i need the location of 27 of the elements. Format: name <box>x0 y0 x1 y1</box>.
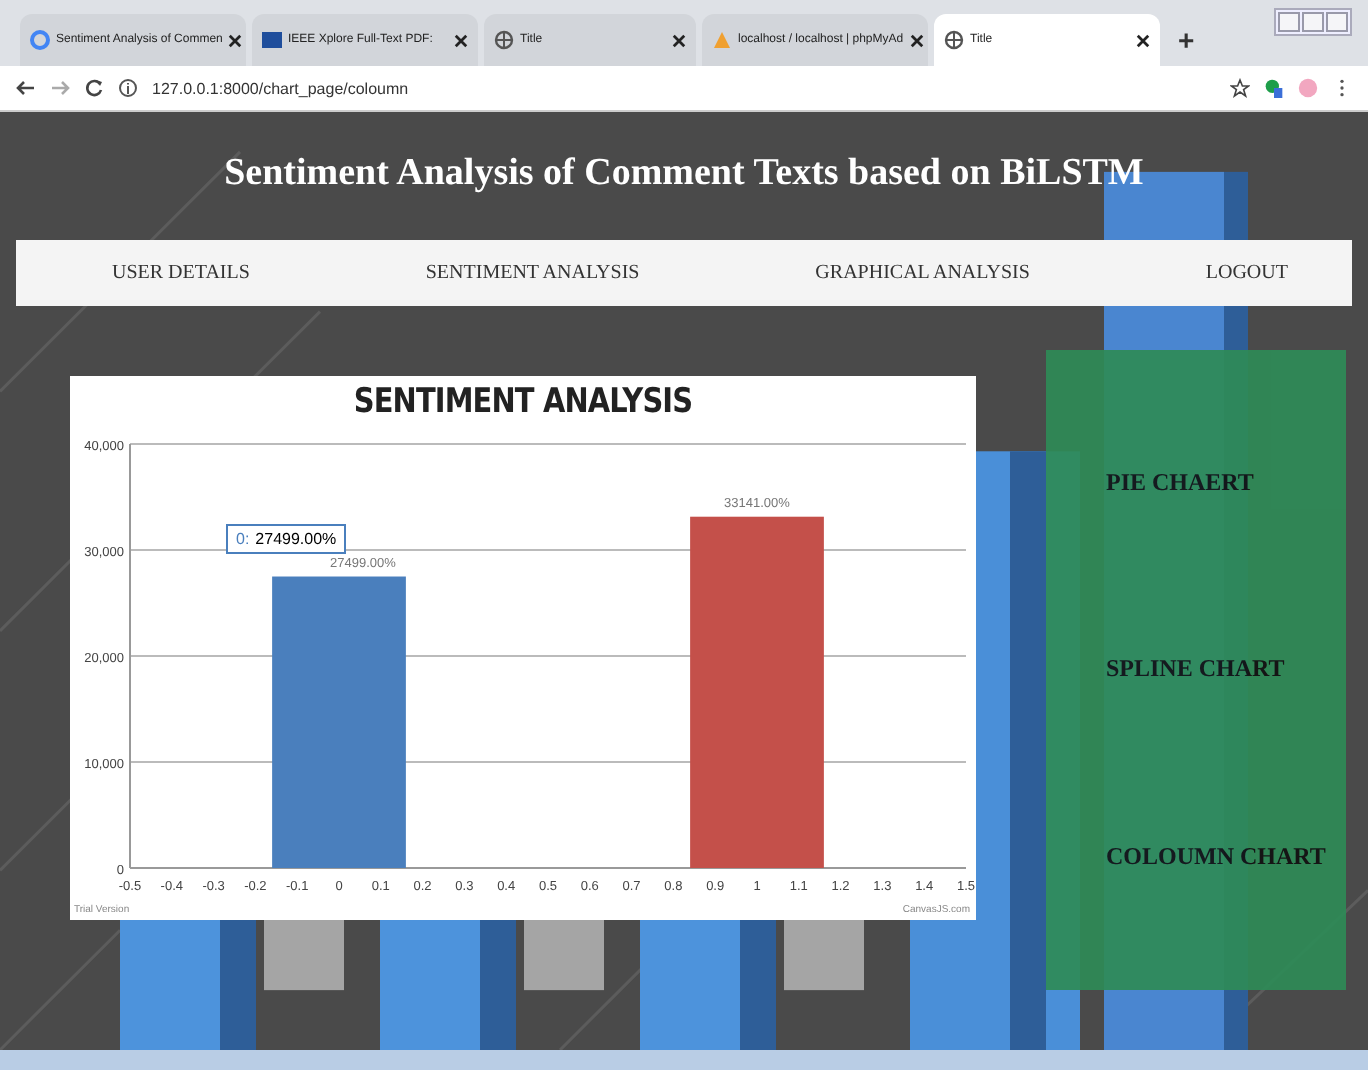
chart-link[interactable]: PIE CHAERT <box>1106 468 1346 499</box>
globe-icon <box>944 30 964 50</box>
close-icon[interactable] <box>1136 33 1150 47</box>
nav-link[interactable]: LOGOUT <box>1205 262 1288 284</box>
new-tab-button[interactable]: + <box>1166 14 1207 66</box>
tooltip-key: 0: <box>236 530 250 548</box>
back-icon[interactable] <box>16 78 36 98</box>
document-icon <box>262 30 282 50</box>
close-icon[interactable] <box>909 33 924 47</box>
close-icon[interactable] <box>228 33 243 47</box>
tooltip-value: 27499.00% <box>255 530 337 548</box>
chart-title: SENTIMENT ANALYSIS <box>351 380 695 424</box>
extension-icon[interactable] <box>1264 78 1284 98</box>
close-icon[interactable] <box>454 33 468 47</box>
chart-link[interactable]: SPLINE CHART <box>1106 654 1346 685</box>
globe-icon <box>494 30 514 50</box>
nav-link[interactable]: USER DETAILS <box>112 262 250 284</box>
chart-link[interactable]: COLOUMN CHART <box>1106 841 1346 872</box>
info-icon[interactable] <box>118 78 138 98</box>
star-icon[interactable] <box>1230 78 1250 98</box>
reload-icon[interactable] <box>84 78 104 98</box>
window-controls-drawing[interactable] <box>1274 8 1352 36</box>
close-icon[interactable] <box>672 33 686 47</box>
nav-link[interactable]: GRAPHICAL ANALYSIS <box>815 262 1030 284</box>
nav-link[interactable]: SENTIMENT ANALYSIS <box>425 262 640 284</box>
page-title: Sentiment Analysis of Comment Texts based on BiLSTM <box>222 150 1146 198</box>
address-field[interactable]: 127.0.0.1:8000/chart_page/coloumn <box>152 79 1216 97</box>
